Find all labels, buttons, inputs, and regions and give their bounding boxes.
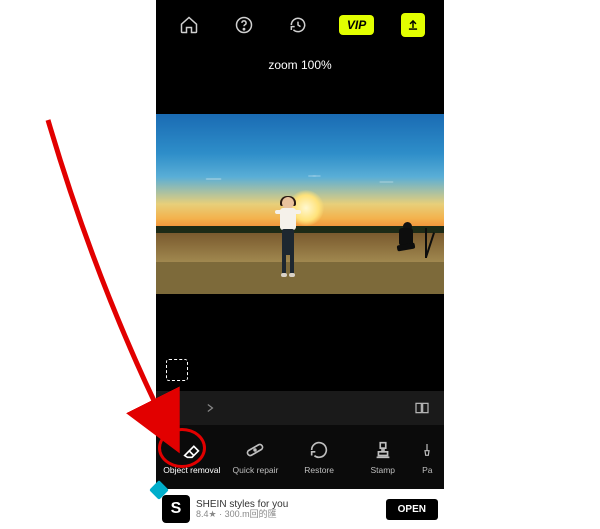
tool-restore[interactable]: Restore <box>287 439 351 475</box>
restore-icon <box>308 439 330 461</box>
tool-quick-repair[interactable]: Quick repair <box>224 439 288 475</box>
ad-open-button[interactable]: OPEN <box>386 499 438 520</box>
app-screen: VIP zoom 100% <box>156 0 444 529</box>
ad-text: SHEIN styles for you 8.4★ · 300.m回的匯 <box>196 499 380 520</box>
subject-photographer <box>393 222 427 262</box>
subject-girl <box>277 197 299 279</box>
canvas-area[interactable] <box>156 84 444 391</box>
export-button[interactable] <box>401 13 425 37</box>
tool-label: Pa <box>422 465 432 475</box>
zoom-label: zoom 100% <box>156 50 444 84</box>
tool-label: Restore <box>304 465 334 475</box>
top-bar: VIP <box>156 0 444 50</box>
brush-icon <box>416 439 438 461</box>
mid-bar <box>156 391 444 425</box>
tool-label: Stamp <box>370 465 395 475</box>
history-icon[interactable] <box>284 11 312 39</box>
ad-title: SHEIN styles for you <box>196 499 380 510</box>
eraser-icon <box>181 439 203 461</box>
stamp-icon <box>372 439 394 461</box>
ad-logo: S <box>162 495 190 523</box>
tool-more[interactable]: Pa <box>415 439 440 475</box>
tool-object-removal[interactable]: Object removal <box>160 439 224 475</box>
photo-canvas[interactable] <box>156 114 444 294</box>
undo-icon[interactable] <box>168 401 186 415</box>
compare-icon[interactable] <box>412 400 432 416</box>
vip-badge[interactable]: VIP <box>339 15 374 35</box>
help-icon[interactable] <box>230 11 258 39</box>
tool-label: Quick repair <box>233 465 279 475</box>
ad-banner[interactable]: S SHEIN styles for you 8.4★ · 300.m回的匯 O… <box>156 489 444 529</box>
bandage-icon <box>244 439 266 461</box>
bottom-toolbar: Object removal Quick repair Restore Stam… <box>156 425 444 489</box>
selection-tool-icon[interactable] <box>166 359 188 381</box>
tool-label: Object removal <box>163 465 220 475</box>
tool-stamp[interactable]: Stamp <box>351 439 415 475</box>
home-icon[interactable] <box>175 11 203 39</box>
ad-subtitle: 8.4★ · 300.m回的匯 <box>196 510 380 520</box>
redo-icon[interactable] <box>200 401 218 415</box>
